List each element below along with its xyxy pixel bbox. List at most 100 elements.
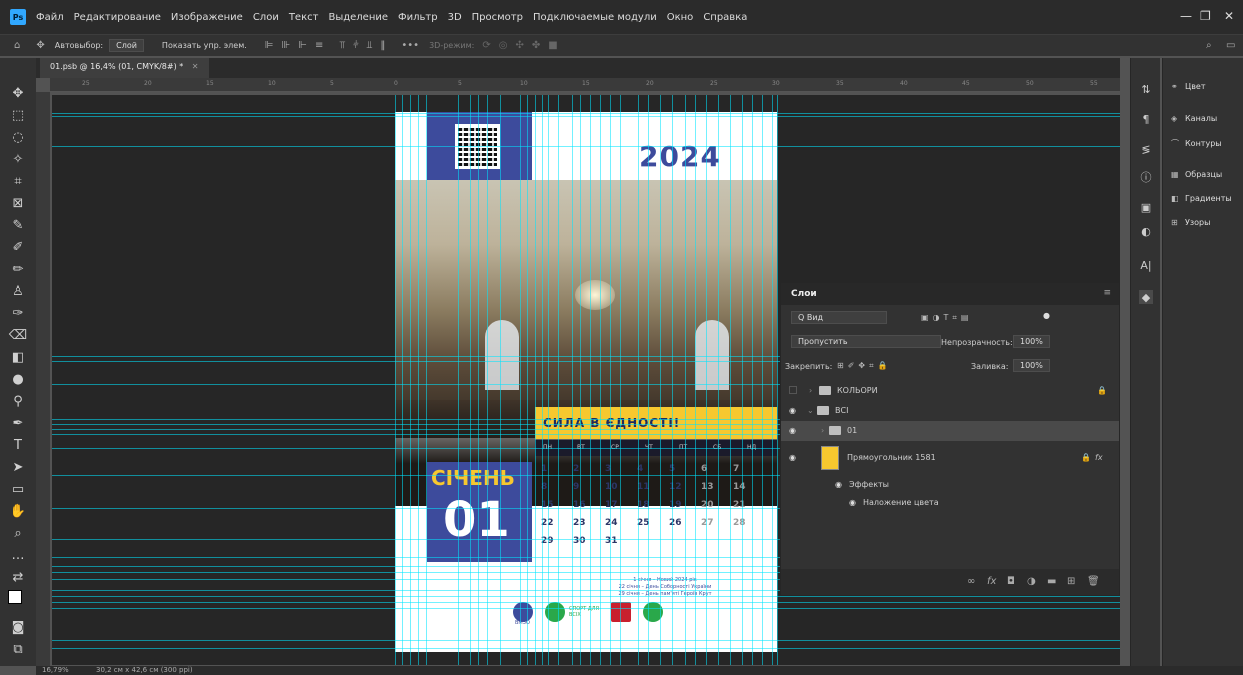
info-panel-icon[interactable]: ⓘ bbox=[1139, 170, 1153, 184]
menu-edit[interactable]: Редактирование bbox=[74, 12, 161, 23]
color-panel-item[interactable]: ⚭ Цвет bbox=[1171, 82, 1206, 91]
more-tools-icon[interactable]: … bbox=[8, 546, 28, 564]
channels-panel-item[interactable]: ◈ Каналы bbox=[1171, 114, 1217, 123]
layer-row-vsi[interactable]: ◉ ⌄ ВСІ bbox=[781, 401, 1119, 421]
workspace-icon[interactable]: ▭ bbox=[1226, 40, 1235, 51]
paragraph-panel-icon[interactable]: ¶ bbox=[1139, 112, 1153, 126]
eye-icon[interactable]: ◉ bbox=[789, 406, 796, 415]
align-center-icon[interactable]: ⊪ bbox=[282, 40, 291, 51]
gradient-tool-icon[interactable]: ◧ bbox=[8, 348, 28, 366]
eye-icon[interactable]: ◉ bbox=[789, 453, 796, 462]
swap-colors-icon[interactable]: ⇄ bbox=[8, 568, 28, 586]
align-top-icon[interactable]: ⫪ bbox=[339, 40, 345, 51]
libraries-panel-icon[interactable]: ▣ bbox=[1139, 200, 1153, 214]
lasso-tool-icon[interactable]: ◌ bbox=[8, 128, 28, 146]
visibility-toggle[interactable] bbox=[789, 386, 797, 394]
move-tool-icon[interactable]: ✥ bbox=[36, 40, 44, 51]
distribute-icon[interactable]: ≡ bbox=[315, 40, 323, 51]
type-tool-icon[interactable]: T bbox=[8, 436, 28, 454]
minimize-icon[interactable]: — bbox=[1180, 9, 1192, 23]
autoselect-dropdown[interactable]: Слой bbox=[109, 39, 144, 52]
dodge-tool-icon[interactable]: ⚲ bbox=[8, 392, 28, 410]
layer-row-01[interactable]: ◉ › 01 bbox=[781, 421, 1119, 441]
calendar-page[interactable]: 2024 СИЛА В ЄДНОСТІ! ПН ВТ СР ЧТ ПТ СБ Н… bbox=[395, 112, 777, 652]
frame-tool-icon[interactable]: ⊠ bbox=[8, 194, 28, 212]
history-brush-icon[interactable]: ✑ bbox=[8, 304, 28, 322]
hand-tool-icon[interactable]: ✋ bbox=[8, 502, 28, 520]
distribute-vertical-icon[interactable]: ‖ bbox=[380, 40, 385, 51]
color-overlay-row[interactable]: ◉ Наложение цвета bbox=[781, 493, 1119, 513]
search-icon[interactable]: ⌕ bbox=[1206, 40, 1212, 51]
rectangle-tool-icon[interactable]: ▭ bbox=[8, 480, 28, 498]
align-bottom-icon[interactable]: ⫫ bbox=[367, 40, 373, 51]
new-group-icon[interactable]: ▬ bbox=[1047, 576, 1056, 587]
align-right-icon[interactable]: ⊩ bbox=[298, 40, 307, 51]
menu-select[interactable]: Выделение bbox=[328, 12, 388, 23]
eraser-tool-icon[interactable]: ⌫ bbox=[8, 326, 28, 344]
menu-view[interactable]: Просмотр bbox=[472, 12, 523, 23]
lock-icons[interactable]: ⊞✐✥⌗🔒 bbox=[837, 361, 892, 371]
menu-layers[interactable]: Слои bbox=[253, 12, 279, 23]
filter-toggle-icon[interactable]: ● bbox=[1043, 311, 1050, 320]
filter-icons[interactable]: ▣◑T⌗▤ bbox=[921, 313, 973, 323]
paths-panel-item[interactable]: ⌒ Контуры bbox=[1171, 138, 1222, 149]
zoom-level[interactable]: 16,79% bbox=[42, 666, 69, 674]
expand-arrow-icon[interactable]: › bbox=[821, 426, 824, 435]
fx-icon[interactable]: fx bbox=[987, 576, 996, 587]
blend-mode-dropdown[interactable]: Пропустить bbox=[791, 335, 941, 348]
collapse-arrow-icon[interactable]: ⌄ bbox=[807, 406, 814, 415]
foreground-color-swatch[interactable] bbox=[8, 590, 22, 604]
fx-icon[interactable]: fx bbox=[1095, 453, 1103, 462]
menu-plugins[interactable]: Подключаемые модули bbox=[533, 12, 657, 23]
magic-wand-icon[interactable]: ✧ bbox=[8, 150, 28, 168]
layers-tab[interactable]: Слои bbox=[791, 289, 817, 299]
restore-icon[interactable]: ❐ bbox=[1200, 9, 1211, 23]
layer-kind-filter[interactable]: Q Вид bbox=[791, 311, 887, 324]
eye-icon[interactable]: ◉ bbox=[849, 498, 856, 507]
align-left-icon[interactable]: ⊫ bbox=[265, 40, 274, 51]
layer-row-rectangle[interactable]: ◉ Прямоугольник 1581 🔒 fx bbox=[781, 443, 1119, 473]
new-layer-icon[interactable]: ⊞ bbox=[1067, 576, 1075, 587]
menu-help[interactable]: Справка bbox=[703, 12, 747, 23]
autoselect-checkbox[interactable]: Автовыбор: bbox=[55, 41, 103, 50]
panel-menu-icon[interactable]: ≡ bbox=[1103, 288, 1111, 298]
align-middle-icon[interactable]: ⫩ bbox=[353, 40, 359, 51]
blur-tool-icon[interactable]: ● bbox=[8, 370, 28, 388]
path-selection-icon[interactable]: ➤ bbox=[8, 458, 28, 476]
more-options-icon[interactable]: ••• bbox=[401, 40, 419, 51]
adjustment-layer-icon[interactable]: ◑ bbox=[1027, 576, 1036, 587]
add-mask-icon[interactable]: ◘ bbox=[1007, 576, 1015, 587]
menu-file[interactable]: Файл bbox=[36, 12, 64, 23]
trash-icon[interactable]: 🗑 bbox=[1087, 576, 1100, 587]
healing-brush-icon[interactable]: ✐ bbox=[8, 238, 28, 256]
zoom-tool-icon[interactable]: ⌕ bbox=[8, 524, 28, 542]
link-layers-icon[interactable]: ∞ bbox=[967, 576, 975, 587]
menu-3d[interactable]: 3D bbox=[448, 12, 462, 23]
stamp-tool-icon[interactable]: ♙ bbox=[8, 282, 28, 300]
layer-row-kolory[interactable]: › КОЛЬОРИ 🔒 bbox=[781, 381, 1119, 401]
close-icon[interactable]: ✕ bbox=[1224, 9, 1234, 23]
effects-row[interactable]: ◉ Эффекты bbox=[781, 475, 1119, 495]
close-tab-icon[interactable]: ✕ bbox=[192, 62, 199, 71]
layers-panel-icon[interactable]: ◆ bbox=[1139, 290, 1153, 304]
gradients-panel-item[interactable]: ◧ Градиенты bbox=[1171, 194, 1232, 203]
home-icon[interactable]: ⌂ bbox=[14, 40, 20, 51]
swatches-panel-item[interactable]: ▦ Образцы bbox=[1171, 170, 1222, 179]
eye-icon[interactable]: ◉ bbox=[789, 426, 796, 435]
show-transform-controls-checkbox[interactable]: Показать упр. элем. bbox=[162, 41, 247, 50]
move-tool-icon[interactable]: ✥ bbox=[8, 84, 28, 102]
menu-filter[interactable]: Фильтр bbox=[398, 12, 438, 23]
patterns-panel-item[interactable]: ⊞ Узоры bbox=[1171, 218, 1210, 227]
marquee-tool-icon[interactable]: ⬚ bbox=[8, 106, 28, 124]
expand-arrow-icon[interactable]: › bbox=[809, 386, 812, 395]
history-panel-icon[interactable]: ⇅ bbox=[1139, 82, 1153, 96]
eye-icon[interactable]: ◉ bbox=[835, 480, 842, 489]
document-tab[interactable]: 01.psb @ 16,4% (01, CMYK/8#) * ✕ bbox=[40, 58, 209, 78]
character-panel-icon[interactable]: A| bbox=[1139, 258, 1153, 272]
brush-tool-icon[interactable]: ✏ bbox=[8, 260, 28, 278]
eyedropper-icon[interactable]: ✎ bbox=[8, 216, 28, 234]
opacity-input[interactable]: 100% bbox=[1013, 335, 1050, 348]
screen-mode-icon[interactable]: ⧉ bbox=[8, 640, 28, 658]
pen-tool-icon[interactable]: ✒ bbox=[8, 414, 28, 432]
menu-type[interactable]: Текст bbox=[289, 12, 319, 23]
